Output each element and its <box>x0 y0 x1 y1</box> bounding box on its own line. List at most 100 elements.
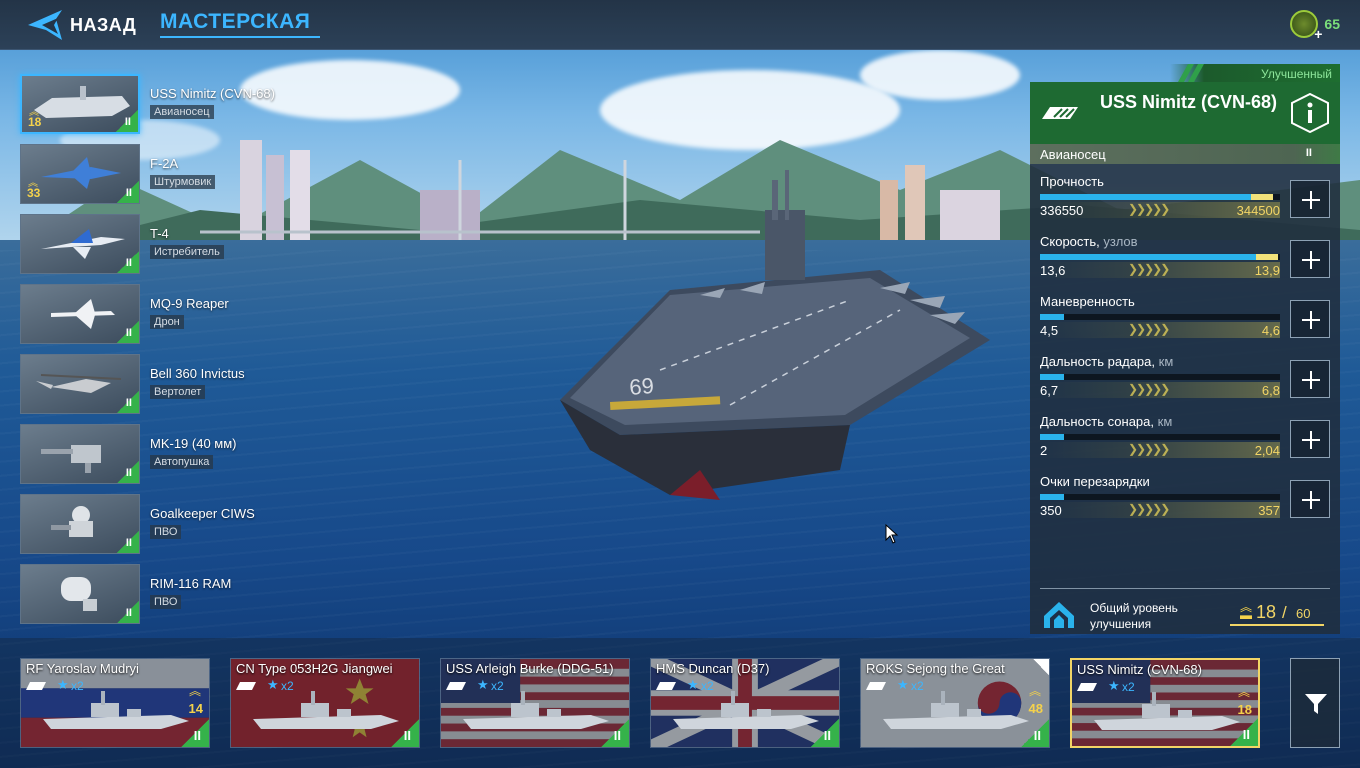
tier-label: II <box>125 397 132 409</box>
stat-values: 350 ❯❯❯❯❯ 357 <box>1040 502 1280 518</box>
weapon-list: ︽ 18 II USS Nimitz (CVN-68) Авианосец ︽ … <box>20 74 320 634</box>
page-title: МАСТЕРСКАЯ <box>160 10 311 33</box>
weapon-item[interactable]: ︽ 18 II USS Nimitz (CVN-68) Авианосец <box>20 74 320 134</box>
weapon-thumbnail: II <box>20 494 140 554</box>
info-button[interactable] <box>1290 93 1330 133</box>
stat-row: Скорость, узлов 13,6 ❯❯❯❯❯ 13,9 <box>1040 234 1330 290</box>
stat-unit: км <box>1158 354 1174 369</box>
stat-upgrade-button[interactable] <box>1290 360 1330 398</box>
upgrade-arrows-icon: ❯❯❯❯❯ <box>1128 262 1170 276</box>
ship-carousel: RF Yaroslav Mudryi ★ x2 ︽ 14 II CN Type … <box>0 638 1360 768</box>
ship-card[interactable]: USS Nimitz (CVN-68) ★ x2 ︽ 18 II <box>1070 658 1260 748</box>
ship-card[interactable]: ROKS Sejong the Great ★ x2 ︽ 48 II <box>860 658 1050 748</box>
divider <box>1040 588 1330 589</box>
tier-label: II <box>125 187 132 199</box>
stat-values: 4,5 ❯❯❯❯❯ 4,6 <box>1040 322 1280 338</box>
stat-progress-bar <box>1040 314 1280 320</box>
upgraded-label: Улучшенный <box>1261 67 1332 81</box>
weapon-thumbnail: ︽ 18 II <box>20 74 140 134</box>
stat-upgrade-button[interactable] <box>1290 480 1330 518</box>
weapon-type: Вертолет <box>150 385 206 399</box>
ship-thumbnail <box>41 689 191 740</box>
stat-label: Маневренность <box>1040 294 1135 309</box>
weapon-thumbnail: II <box>20 284 140 344</box>
weapon-type: ПВО <box>150 525 182 539</box>
stat-current-value: 2 <box>1040 443 1048 458</box>
stat-upgraded-value: 6,8 <box>1261 383 1280 398</box>
new-corner-icon <box>1033 659 1049 675</box>
ship-card[interactable]: RF Yaroslav Mudryi ★ x2 ︽ 14 II <box>20 658 210 748</box>
ship-card[interactable]: HMS Duncan (D37) ★ x2 II <box>650 658 840 748</box>
stats-panel: Улучшенный USS Nimitz (CVN-68) Авианосец… <box>1030 62 1340 634</box>
stat-upgrade-button[interactable] <box>1290 300 1330 338</box>
tier-badge: II <box>1305 147 1312 159</box>
upgrade-separator: / <box>1282 603 1287 622</box>
stat-progress-bar <box>1040 254 1280 260</box>
weapon-thumbnail: II <box>20 424 140 484</box>
ship-card[interactable]: USS Arleigh Burke (DDG-51) ★ x2 II <box>440 658 630 748</box>
upgrade-label: Общий уровень улучшения <box>1090 601 1178 631</box>
weapon-level: 18 <box>28 115 42 129</box>
stat-upgrade-button[interactable] <box>1290 420 1330 458</box>
tier-label: II <box>125 537 132 549</box>
ship-level: 14 <box>188 701 203 716</box>
weapon-item[interactable]: II RIM-116 RAM ПВО <box>20 564 320 624</box>
stat-progress-bar <box>1040 494 1280 500</box>
ship-name: USS Arleigh Burke (DDG-51) <box>446 661 614 676</box>
stat-bar-gain <box>1256 254 1278 260</box>
stat-current-value: 6,7 <box>1040 383 1059 398</box>
cloud <box>860 50 1020 100</box>
stat-current-value: 336550 <box>1040 203 1084 218</box>
level-chevron-icon: ︽ <box>188 684 201 698</box>
weapon-item[interactable]: II T-4 Истребитель <box>20 214 320 274</box>
ship-level: 48 <box>1028 701 1043 716</box>
class-label: Авианосец <box>1040 147 1106 162</box>
stat-values: 2 ❯❯❯❯❯ 2,04 <box>1040 442 1280 458</box>
weapon-type: Истребитель <box>150 245 224 259</box>
stat-label: Дальность сонара, км <box>1040 414 1173 429</box>
stat-upgraded-value: 13,9 <box>1254 263 1280 278</box>
tier-label: II <box>1242 727 1250 742</box>
stat-upgraded-value: 2,04 <box>1254 443 1280 458</box>
ship-name: HMS Duncan (D37) <box>656 661 770 676</box>
ship-card[interactable]: CN Type 053H2G Jiangwei ★ x2 II <box>230 658 420 748</box>
back-arrow-icon <box>28 10 62 40</box>
upgrade-level: ︽ ▬ 18 / 60 <box>1230 600 1324 626</box>
upgrade-arrows-icon: ❯❯❯❯❯ <box>1128 502 1170 516</box>
mouse-cursor <box>885 524 899 544</box>
weapon-name: T-4 <box>150 226 169 241</box>
panel-header: USS Nimitz (CVN-68) <box>1030 82 1340 144</box>
stat-values: 336550 ❯❯❯❯❯ 344500 <box>1040 202 1280 218</box>
weapon-item[interactable]: II Bell 360 Invictus Вертолет <box>20 354 320 414</box>
stat-bar-gain <box>1251 194 1273 200</box>
weapon-item[interactable]: ︽ 33 II F-2A Штурмовик <box>20 144 320 204</box>
ship-thumbnail <box>671 689 821 740</box>
weapon-type: Штурмовик <box>150 175 216 189</box>
weapon-type: Авианосец <box>150 105 214 119</box>
add-currency-icon[interactable]: + <box>1314 26 1322 42</box>
weapon-item[interactable]: II MQ-9 Reaper Дрон <box>20 284 320 344</box>
weapon-item[interactable]: II MK-19 (40 мм) Автопушка <box>20 424 320 484</box>
stat-unit: км <box>1157 414 1173 429</box>
weapon-thumbnail: ︽ 33 II <box>20 144 140 204</box>
filter-icon <box>1305 694 1327 714</box>
weapon-name: USS Nimitz (CVN-68) <box>150 86 275 101</box>
class-bar: Авианосец II <box>1030 144 1340 164</box>
upgrade-level-icon <box>1044 602 1074 628</box>
currency-display[interactable]: + 65 <box>1290 10 1340 42</box>
stat-values: 13,6 ❯❯❯❯❯ 13,9 <box>1040 262 1280 278</box>
weapon-item[interactable]: II Goalkeeper CIWS ПВО <box>20 494 320 554</box>
stat-progress-bar <box>1040 434 1280 440</box>
stat-label: Дальность радара, км <box>1040 354 1174 369</box>
back-button[interactable]: НАЗАД <box>28 8 136 42</box>
stat-bar-fill <box>1040 434 1064 440</box>
stat-upgrade-button[interactable] <box>1290 180 1330 218</box>
ship-name: RF Yaroslav Mudryi <box>26 661 139 676</box>
tier-label: II <box>125 327 132 339</box>
stat-current-value: 350 <box>1040 503 1062 518</box>
filter-button[interactable] <box>1290 658 1340 748</box>
stat-bar-fill <box>1040 374 1064 380</box>
currency-value: 65 <box>1324 16 1340 32</box>
stat-upgrade-button[interactable] <box>1290 240 1330 278</box>
ship-name: CN Type 053H2G Jiangwei <box>236 661 393 676</box>
